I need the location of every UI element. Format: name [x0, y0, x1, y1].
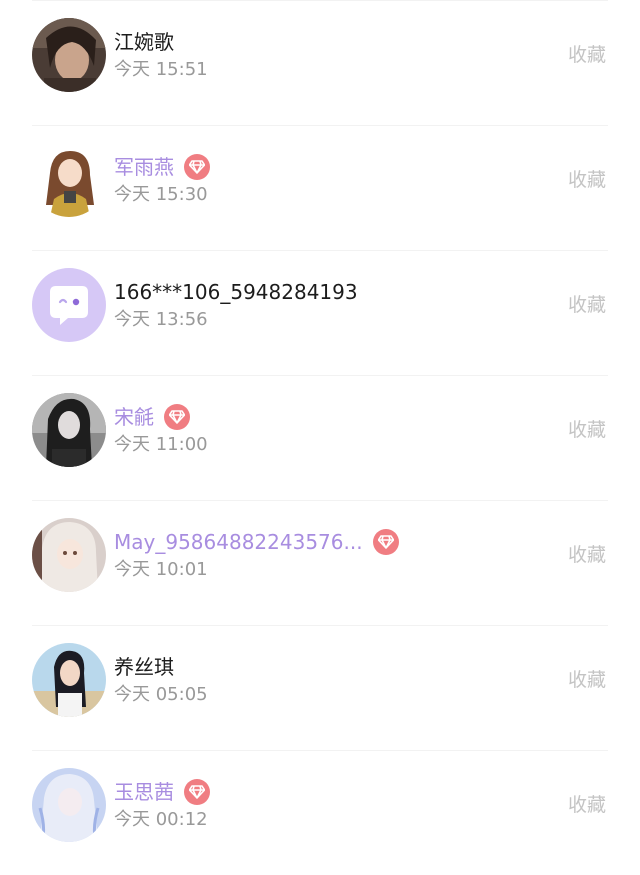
contact-name[interactable]: May_95864882243576...	[114, 529, 363, 555]
divider	[32, 375, 608, 376]
divider	[32, 750, 608, 751]
contact-name[interactable]: 养丝琪	[114, 654, 174, 680]
contact-time: 今天 15:51	[114, 59, 208, 80]
favorite-button[interactable]: 收藏	[568, 167, 606, 193]
list-item[interactable]: 养丝琪 今天 05:05 收藏	[0, 625, 640, 750]
contact-name-line: 玉思茜	[114, 777, 210, 807]
contact-time: 今天 15:30	[114, 184, 208, 205]
list-item[interactable]: 宋毹 今天 11:00 收藏	[0, 375, 640, 500]
contact-name[interactable]: 宋毹	[114, 404, 154, 430]
contact-name[interactable]: 江婉歌	[114, 29, 174, 55]
avatar[interactable]	[32, 768, 106, 842]
contact-name[interactable]: 166***106_5948284193	[114, 279, 358, 305]
contact-time: 今天 13:56	[114, 309, 208, 330]
vip-diamond-icon	[372, 529, 399, 555]
contact-name[interactable]: 玉思茜	[114, 779, 174, 805]
list-item[interactable]: 军雨燕 今天 15:30 收藏	[0, 125, 640, 250]
list-item[interactable]: 166***106_5948284193 今天 13:56 收藏	[0, 250, 640, 375]
list-item[interactable]: 江婉歌 今天 15:51 收藏	[0, 0, 640, 125]
contact-name-line: 养丝琪	[114, 652, 174, 682]
favorite-button[interactable]: 收藏	[568, 792, 606, 818]
list-item[interactable]: 玉思茜 今天 00:12 收藏	[0, 750, 640, 875]
avatar[interactable]	[32, 393, 106, 467]
contact-name-line: 军雨燕	[114, 152, 210, 182]
contact-name-line: 166***106_5948284193	[114, 277, 358, 307]
contact-name-line: May_95864882243576...	[114, 527, 399, 557]
favorite-button[interactable]: 收藏	[568, 417, 606, 443]
contact-time: 今天 00:12	[114, 809, 208, 830]
vip-diamond-icon	[184, 154, 210, 180]
favorite-button[interactable]: 收藏	[568, 42, 606, 68]
contact-time: 今天 10:01	[114, 559, 208, 580]
contact-name-line: 宋毹	[114, 402, 190, 432]
contact-name-line: 江婉歌	[114, 27, 174, 57]
vip-diamond-icon	[164, 404, 190, 430]
contact-time: 今天 05:05	[114, 684, 208, 705]
contact-list: 江婉歌 今天 15:51 收藏 军雨燕 今天 15:30 收藏 166***10…	[0, 0, 640, 856]
favorite-button[interactable]: 收藏	[568, 542, 606, 568]
favorite-button[interactable]: 收藏	[568, 292, 606, 318]
avatar[interactable]	[32, 143, 106, 217]
divider	[32, 500, 608, 501]
list-item[interactable]: May_95864882243576... 今天 10:01 收藏	[0, 500, 640, 625]
avatar[interactable]	[32, 643, 106, 717]
divider	[32, 0, 608, 1]
avatar[interactable]	[32, 518, 106, 592]
divider	[32, 125, 608, 126]
avatar[interactable]	[32, 268, 106, 342]
contact-time: 今天 11:00	[114, 434, 208, 455]
avatar[interactable]	[32, 18, 106, 92]
divider	[32, 250, 608, 251]
divider	[32, 625, 608, 626]
vip-diamond-icon	[184, 779, 210, 805]
favorite-button[interactable]: 收藏	[568, 667, 606, 693]
contact-name[interactable]: 军雨燕	[114, 154, 174, 180]
